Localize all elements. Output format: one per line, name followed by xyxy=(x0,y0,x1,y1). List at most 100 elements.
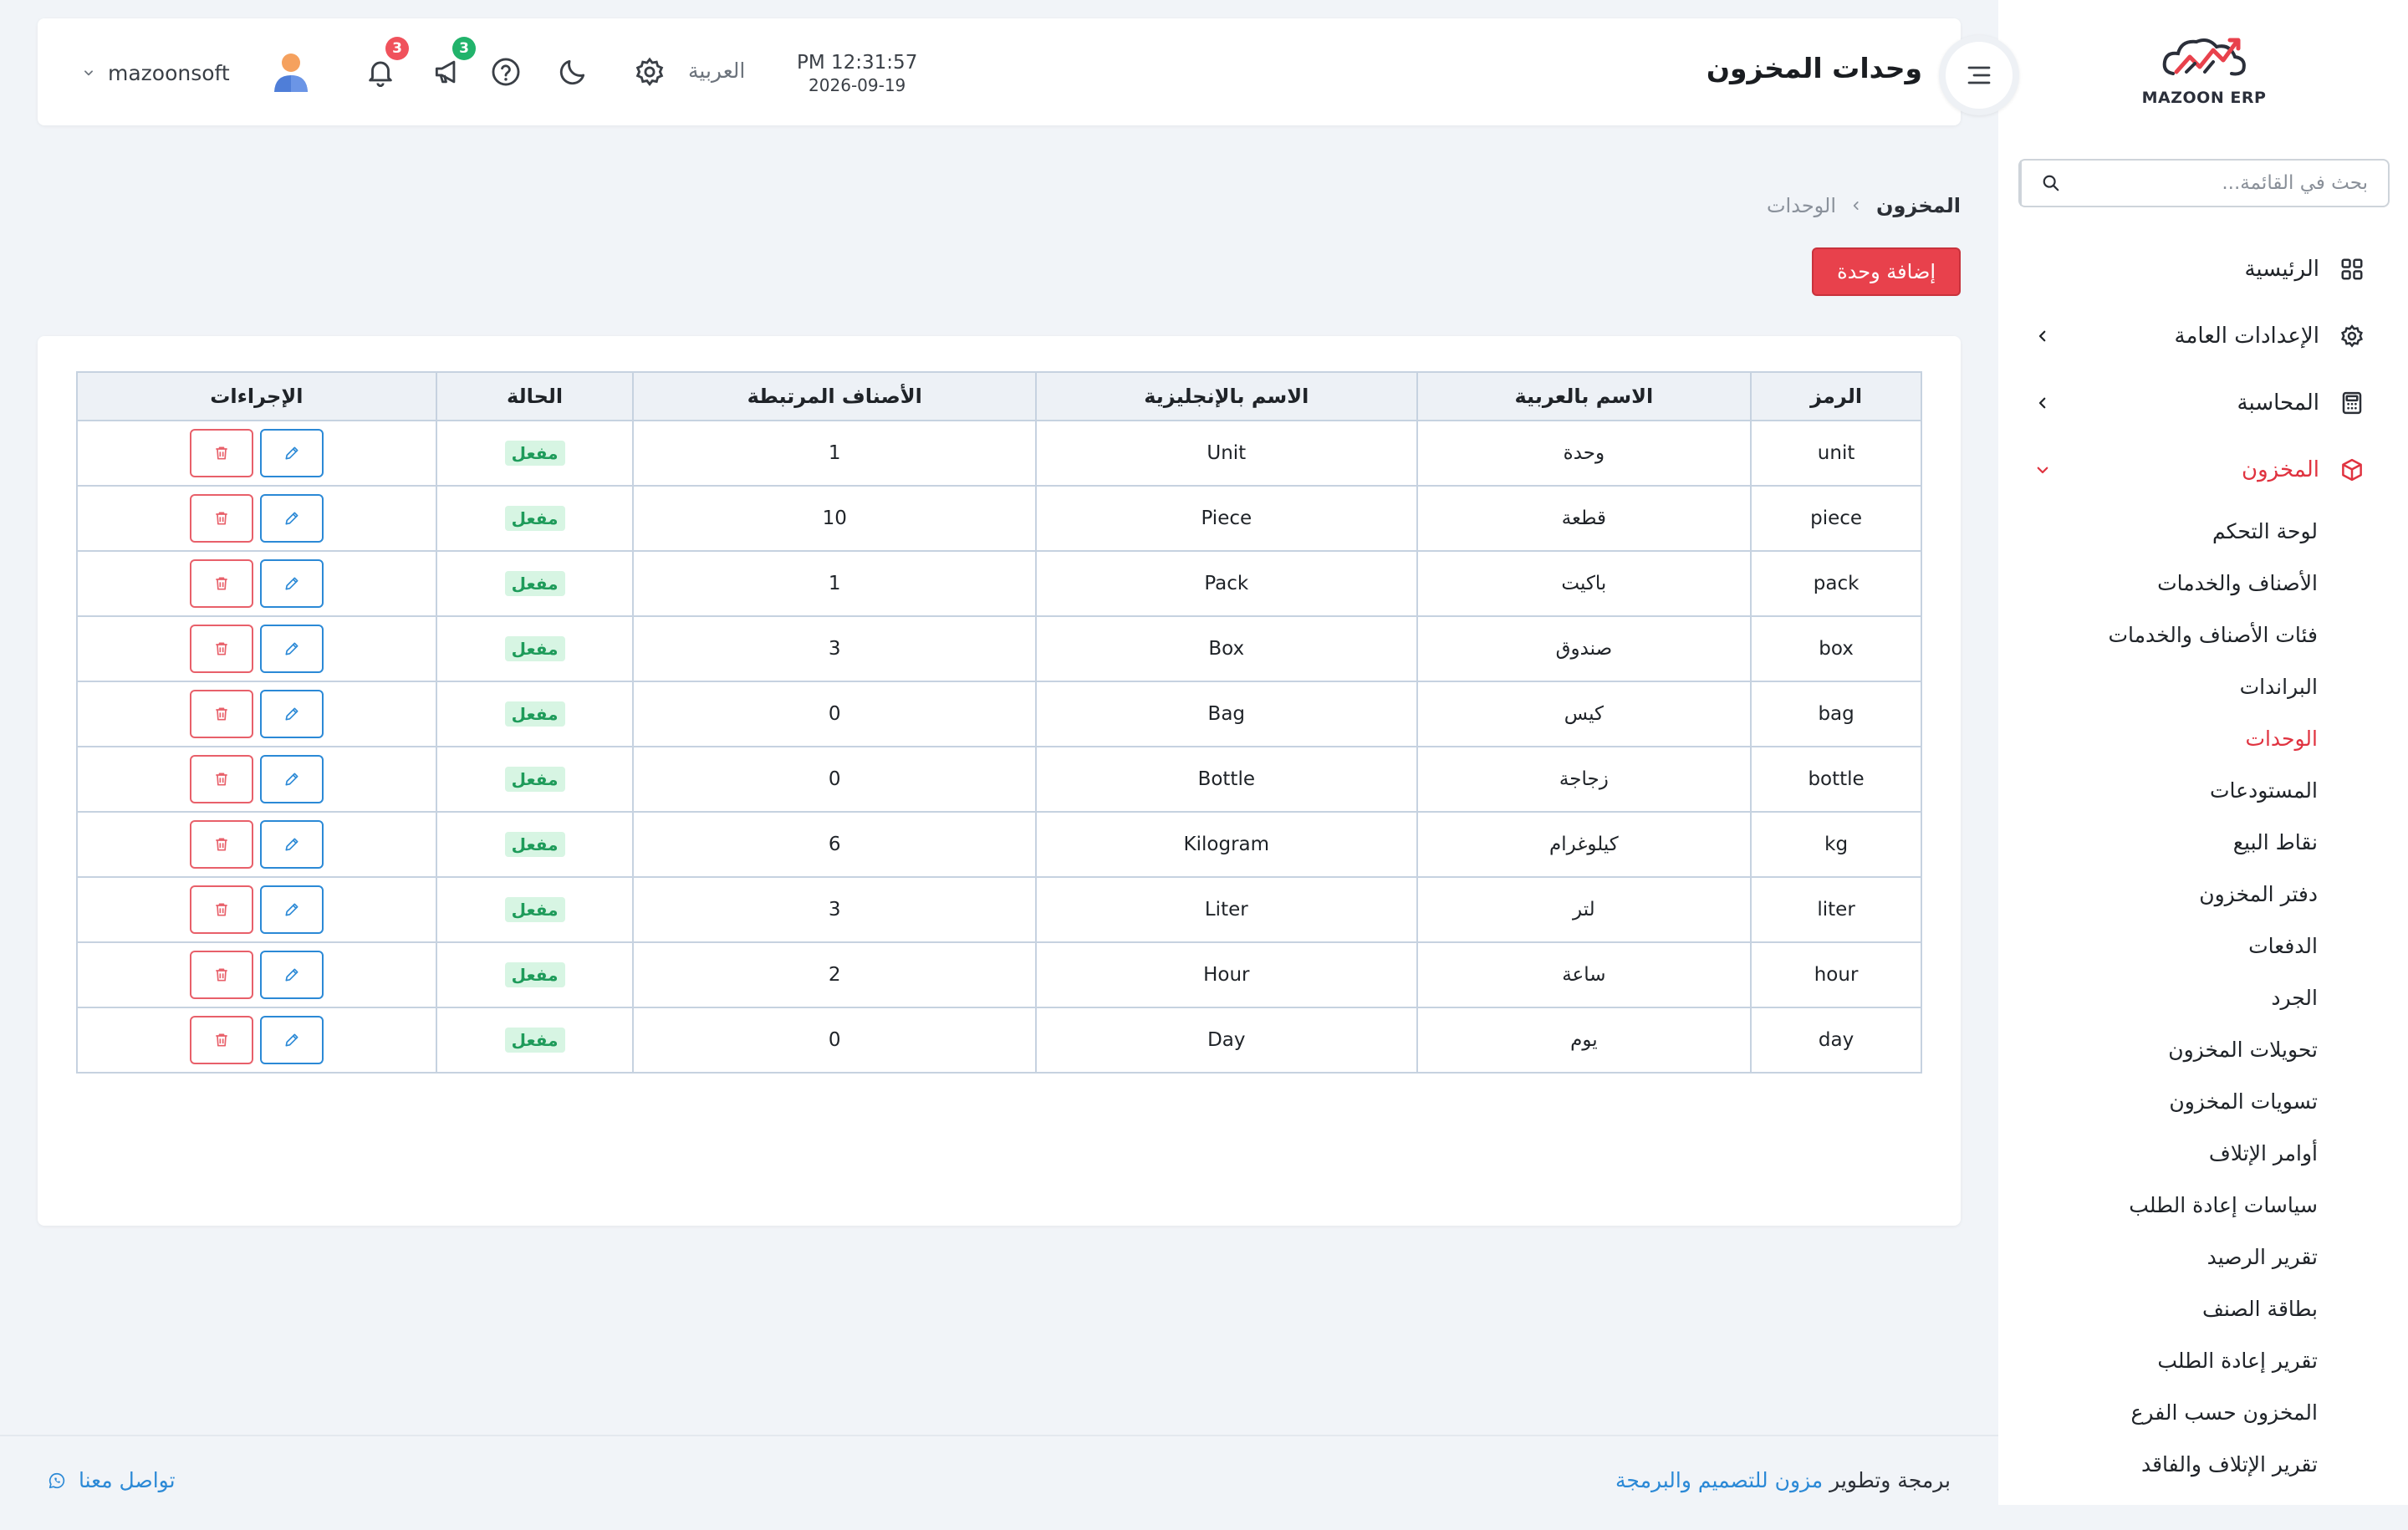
sidebar-search xyxy=(2018,159,2390,207)
table-row: bottle زجاجة Bottle 0 مفعل xyxy=(76,746,1922,813)
status-badge: مفعل xyxy=(504,571,565,596)
edit-button[interactable] xyxy=(259,755,324,803)
delete-button[interactable] xyxy=(189,885,253,934)
delete-button[interactable] xyxy=(189,820,253,869)
sidebar-subitem-pos[interactable]: نقاط البيع xyxy=(1998,816,2408,868)
cell-name-ar: صندوق xyxy=(1416,615,1752,682)
sidebar-toggle-button[interactable] xyxy=(1939,35,2019,115)
sidebar-subitem-loss-report[interactable]: تقرير الإتلاف والفاقد xyxy=(1998,1438,2408,1490)
sidebar-subitem-units[interactable]: الوحدات xyxy=(1998,712,2408,764)
sidebar-search-button[interactable] xyxy=(2020,161,2080,206)
delete-button[interactable] xyxy=(189,951,253,999)
table-header-row: الرمز الاسم بالعربية الاسم بالإنجليزية ا… xyxy=(76,371,1922,421)
status-badge: مفعل xyxy=(504,1028,565,1053)
clock-date: 2026-09-19 xyxy=(809,75,906,95)
edit-button[interactable] xyxy=(259,885,324,934)
delete-button[interactable] xyxy=(189,690,253,738)
table-row: bag كيس Bag 0 مفعل xyxy=(76,681,1922,747)
units-table-card: الرمز الاسم بالعربية الاسم بالإنجليزية ا… xyxy=(38,336,1961,1226)
sidebar-subitem-stock-ledger[interactable]: دفتر المخزون xyxy=(1998,868,2408,920)
sidebar-item-inventory[interactable]: المخزون xyxy=(1998,436,2408,503)
sidebar-item-label: المخزون xyxy=(2242,457,2319,482)
clock: PM 12:31:57 2026-09-19 xyxy=(797,52,917,95)
clock-time: PM 12:31:57 xyxy=(797,52,918,74)
sidebar-subitem-disposal-orders[interactable]: أوامر الإتلاف xyxy=(1998,1127,2408,1179)
sidebar-subitem-reorder-policies[interactable]: سياسات إعادة الطلب xyxy=(1998,1179,2408,1231)
sidebar-subitem-batches[interactable]: الدفعات xyxy=(1998,920,2408,972)
delete-button[interactable] xyxy=(189,755,253,803)
cell-name-en: Hour xyxy=(1035,941,1418,1008)
cell-code: bottle xyxy=(1750,746,1922,813)
delete-button[interactable] xyxy=(189,625,253,673)
notifications-badge: 3 xyxy=(385,37,409,60)
delete-button[interactable] xyxy=(189,429,253,477)
sidebar-item-general-settings[interactable]: الإعدادات العامة xyxy=(1998,303,2408,370)
sidebar-subitem-reorder-report[interactable]: تقرير إعادة الطلب xyxy=(1998,1334,2408,1386)
table-row: box صندوق Box 3 مفعل xyxy=(76,615,1922,682)
delete-button[interactable] xyxy=(189,1016,253,1064)
pencil-icon xyxy=(285,1033,298,1047)
sidebar-subitem-balance-report[interactable]: تقرير الرصيد xyxy=(1998,1231,2408,1283)
edit-button[interactable] xyxy=(259,429,324,477)
sidebar-search-input[interactable] xyxy=(2080,161,2388,206)
gear-icon xyxy=(635,57,664,87)
cell-actions xyxy=(76,485,437,552)
sidebar-subitem-item-categories[interactable]: فئات الأصناف والخدمات xyxy=(1998,609,2408,660)
settings-button[interactable] xyxy=(631,54,668,90)
cell-linked-items: 1 xyxy=(632,420,1037,487)
sidebar-subitem-dashboard[interactable]: لوحة التحكم xyxy=(1998,505,2408,557)
cell-code: hour xyxy=(1750,941,1922,1008)
cell-code: liter xyxy=(1750,876,1922,943)
footer-credit: برمجة وتطوير مزون للتصميم والبرمجة xyxy=(1615,1468,1951,1492)
announcements-button[interactable]: 3 xyxy=(429,37,476,90)
sidebar-subitem-adjustments[interactable]: تسويات المخزون xyxy=(1998,1075,2408,1127)
sidebar-subitem-warehouses[interactable]: المستودعات xyxy=(1998,764,2408,816)
language-switcher[interactable]: العربية xyxy=(688,59,745,83)
edit-button[interactable] xyxy=(259,1016,324,1064)
breadcrumb-home[interactable]: المخزون xyxy=(1876,194,1961,217)
sidebar-subitem-stocktake[interactable]: الجرد xyxy=(1998,972,2408,1023)
pencil-icon xyxy=(285,446,298,460)
sidebar-item-home[interactable]: الرئيسية xyxy=(1998,236,2408,303)
footer-credit-link[interactable]: مزون للتصميم والبرمجة xyxy=(1615,1468,1823,1492)
inventory-submenu: لوحة التحكم الأصناف والخدمات فئات الأصنا… xyxy=(1998,505,2408,1490)
add-unit-button[interactable]: إضافة وحدة xyxy=(1812,247,1961,296)
edit-button[interactable] xyxy=(259,951,324,999)
edit-button[interactable] xyxy=(259,820,324,869)
cell-name-en: Box xyxy=(1035,615,1418,682)
edit-button[interactable] xyxy=(259,625,324,673)
sidebar-subitem-stock-by-branch[interactable]: المخزون حسب الفرع xyxy=(1998,1386,2408,1438)
moon-icon xyxy=(559,59,585,85)
table-row: pack باكيت Pack 1 مفعل xyxy=(76,550,1922,617)
delete-button[interactable] xyxy=(189,494,253,543)
status-badge: مفعل xyxy=(504,897,565,922)
cell-name-ar: قطعة xyxy=(1416,485,1752,552)
contact-us-link[interactable]: تواصل معنا xyxy=(47,1468,176,1492)
brand-logo[interactable]: MAZOON ERP xyxy=(2130,33,2278,117)
cell-name-en: Pack xyxy=(1035,550,1418,617)
sidebar-subitem-items-services[interactable]: الأصناف والخدمات xyxy=(1998,557,2408,609)
sidebar-subitem-transfers[interactable]: تحويلات المخزون xyxy=(1998,1023,2408,1075)
dark-mode-toggle[interactable] xyxy=(554,54,591,90)
sidebar-subitem-brands[interactable]: البراندات xyxy=(1998,660,2408,712)
delete-button[interactable] xyxy=(189,559,253,608)
user-menu[interactable]: mazoonsoft xyxy=(79,50,314,95)
cell-actions xyxy=(76,550,437,617)
sidebar-subitem-item-card[interactable]: بطاقة الصنف xyxy=(1998,1283,2408,1334)
cell-code: pack xyxy=(1750,550,1922,617)
table-row: kg كيلوغرام Kilogram 6 مفعل xyxy=(76,811,1922,878)
edit-button[interactable] xyxy=(259,559,324,608)
edit-button[interactable] xyxy=(259,494,324,543)
sidebar-item-accounting[interactable]: المحاسبة xyxy=(1998,370,2408,436)
notifications-button[interactable]: 3 xyxy=(362,37,409,90)
edit-button[interactable] xyxy=(259,690,324,738)
username: mazoonsoft xyxy=(108,60,230,85)
pencil-icon xyxy=(285,773,298,786)
cell-linked-items: 6 xyxy=(632,811,1037,878)
help-button[interactable] xyxy=(487,54,524,90)
cell-name-ar: زجاجة xyxy=(1416,746,1752,813)
status-badge: مفعل xyxy=(504,636,565,661)
cell-actions xyxy=(76,876,437,943)
chevron-left-icon xyxy=(2032,325,2053,347)
page-title: وحدات المخزون xyxy=(1706,52,1922,84)
